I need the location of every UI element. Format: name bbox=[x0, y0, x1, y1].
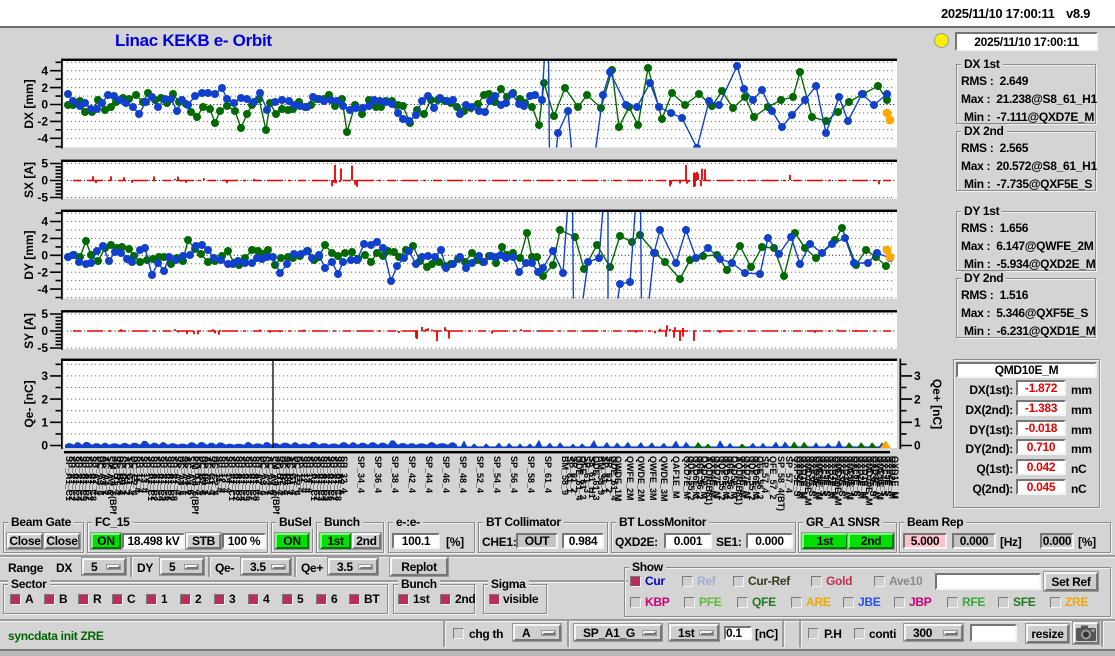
svg-text:-4: -4 bbox=[37, 132, 48, 146]
svg-text:SP_52_4: SP_52_4 bbox=[475, 456, 485, 493]
svg-text:4: 4 bbox=[41, 64, 48, 78]
svg-text:Qe- [nC]: Qe- [nC] bbox=[22, 380, 36, 427]
svg-text:DY [mm]: DY [mm] bbox=[22, 230, 36, 279]
svg-text:QWDE_2M: QWDE_2M bbox=[636, 456, 646, 502]
svg-text:5: 5 bbox=[41, 157, 48, 171]
svg-text:2: 2 bbox=[41, 81, 48, 95]
svg-text:SP_61_4: SP_61_4 bbox=[543, 456, 553, 493]
svg-text:SP_44_4: SP_44_4 bbox=[424, 456, 434, 493]
svg-text:SP_54_4: SP_54_4 bbox=[492, 456, 502, 493]
svg-text:-5: -5 bbox=[37, 191, 48, 205]
svg-text:QWDE_1M: QWDE_1M bbox=[613, 456, 623, 502]
svg-text:-4: -4 bbox=[37, 282, 48, 296]
svg-text:-5: -5 bbox=[37, 341, 48, 355]
svg-text:2: 2 bbox=[914, 392, 921, 406]
svg-text:0: 0 bbox=[41, 249, 48, 263]
svg-text:1: 1 bbox=[914, 416, 921, 430]
svg-text:SP_32_4: SP_32_4 bbox=[339, 456, 349, 493]
svg-text:5: 5 bbox=[41, 307, 48, 321]
svg-text:0: 0 bbox=[914, 439, 921, 453]
svg-text:0: 0 bbox=[41, 174, 48, 188]
svg-text:SX [A]: SX [A] bbox=[22, 162, 36, 198]
svg-text:0: 0 bbox=[41, 98, 48, 112]
svg-text:Qe+ [nC]: Qe+ [nC] bbox=[930, 379, 944, 429]
svg-text:SP_48_4: SP_48_4 bbox=[458, 456, 468, 493]
svg-text:SP_46_4: SP_46_4 bbox=[441, 456, 451, 493]
svg-text:-2: -2 bbox=[37, 115, 48, 129]
svg-text:SP_34_4: SP_34_4 bbox=[356, 456, 366, 493]
svg-text:SP_58_4: SP_58_4 bbox=[526, 456, 536, 493]
svg-text:2: 2 bbox=[41, 392, 48, 406]
svg-text:QWDE_3M: QWDE_3M bbox=[659, 456, 669, 502]
svg-text:3: 3 bbox=[914, 369, 921, 383]
svg-text:2: 2 bbox=[41, 232, 48, 246]
svg-text:QWFE_2M: QWFE_2M bbox=[625, 456, 635, 501]
svg-text:3: 3 bbox=[41, 369, 48, 383]
svg-text:QWFE_3M: QWFE_3M bbox=[648, 456, 658, 501]
svg-text:SP_56_4: SP_56_4 bbox=[509, 456, 519, 493]
svg-text:SP_38_4: SP_38_4 bbox=[390, 456, 400, 493]
svg-text:-2: -2 bbox=[37, 265, 48, 279]
svg-text:QXD1E_M: QXD1E_M bbox=[890, 456, 900, 499]
svg-text:QAF1E_M: QAF1E_M bbox=[671, 456, 681, 499]
svg-text:DX [mm]: DX [mm] bbox=[22, 79, 36, 128]
svg-text:4: 4 bbox=[41, 215, 48, 229]
svg-text:1: 1 bbox=[41, 416, 48, 430]
svg-text:SP_36_4: SP_36_4 bbox=[373, 456, 383, 493]
svg-text:0: 0 bbox=[41, 439, 48, 453]
svg-text:0: 0 bbox=[41, 324, 48, 338]
svg-text:SP_42_4: SP_42_4 bbox=[407, 456, 417, 493]
svg-text:SY [A]: SY [A] bbox=[22, 313, 36, 349]
